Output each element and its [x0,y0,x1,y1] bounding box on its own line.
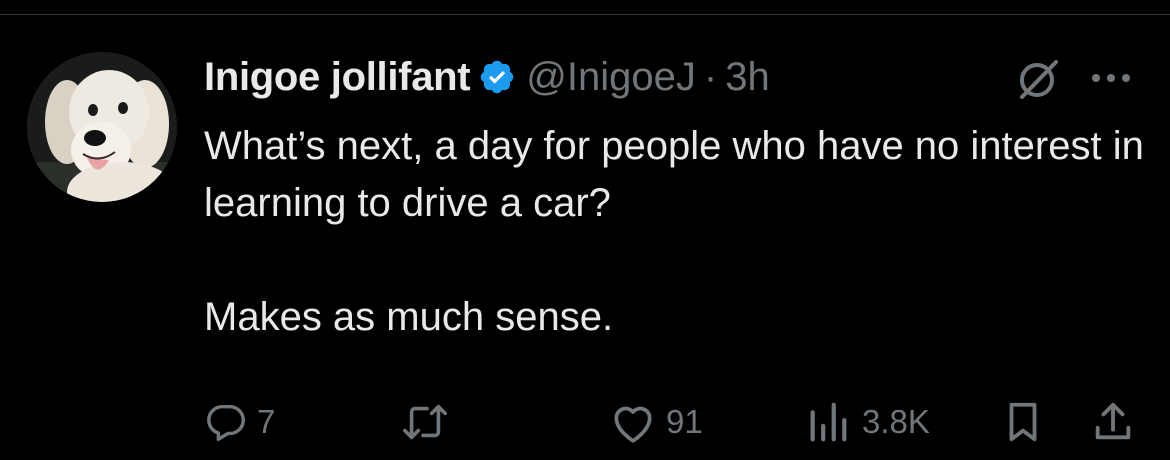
more-icon[interactable] [1088,70,1134,86]
handle[interactable]: @InigoeJ [526,55,696,100]
reply-button[interactable]: 7 [203,392,275,452]
repost-button[interactable] [398,392,460,452]
bookmark-icon [1000,399,1046,445]
separator-dot: · [703,54,718,99]
views-icon [802,399,854,445]
heart-icon [608,399,658,445]
views-button[interactable]: 3.8K [802,392,930,452]
views-count: 3.8K [862,403,930,440]
share-icon [1090,399,1136,445]
top-divider [0,14,1170,15]
share-button[interactable] [1090,392,1136,452]
golden-retriever-avatar-icon [27,52,177,202]
verified-badge-icon[interactable] [478,58,516,96]
avatar[interactable] [27,52,177,202]
display-name[interactable]: Inigoe jollifant [204,55,471,100]
bookmark-button[interactable] [1000,392,1046,452]
tweet-header: Inigoe jollifant @InigoeJ · 3h [204,52,770,102]
like-button[interactable]: 91 [608,392,703,452]
action-bar: 7 91 3.8K [0,392,1170,452]
timestamp[interactable]: 3h [725,55,770,100]
like-count: 91 [666,403,703,440]
reply-count: 7 [257,403,276,440]
repost-icon [398,399,452,445]
grok-icon[interactable] [1016,57,1060,101]
tweet-text: What’s next, a day for people who have n… [204,124,1144,339]
reply-icon [203,399,249,445]
